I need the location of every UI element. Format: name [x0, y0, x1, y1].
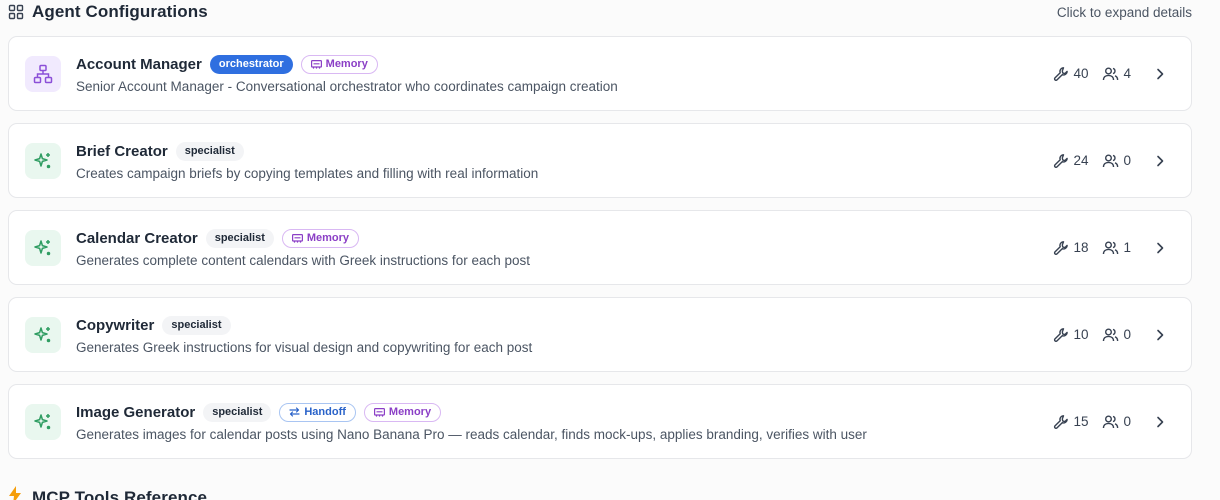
tools-count: 10: [1053, 327, 1088, 343]
header-left: Agent Configurations: [8, 2, 208, 22]
memory-tag: Memory: [281, 228, 360, 248]
arrows-swap-icon: [289, 407, 300, 417]
agent-name: Image Generator: [76, 403, 196, 421]
hierarchy-icon: [33, 64, 53, 84]
sparkles-icon: [33, 151, 53, 171]
users-count: 1: [1102, 240, 1131, 256]
users-icon: [1102, 66, 1119, 82]
users-count: 0: [1102, 414, 1131, 430]
chevron-right-icon[interactable]: [1153, 67, 1167, 81]
wrench-icon: [1053, 414, 1069, 430]
chevron-right-icon[interactable]: [1153, 415, 1167, 429]
role-badge: specialist: [162, 315, 231, 335]
role-badge: specialist: [203, 402, 272, 422]
mcp-tools-section-header: MCP Tools Reference: [8, 486, 207, 500]
agent-stats: 10 0: [1053, 327, 1131, 343]
agent-name: Brief Creator: [76, 142, 168, 160]
agent-name: Calendar Creator: [76, 229, 198, 247]
agent-avatar: [25, 229, 61, 266]
agent-stats: 24 0: [1053, 153, 1131, 169]
agent-description: Senior Account Manager - Conversational …: [76, 79, 618, 94]
wrench-icon: [1053, 153, 1069, 169]
users-icon: [1102, 240, 1119, 256]
handoff-tag: Handoff: [279, 402, 356, 422]
section-title: Agent Configurations: [32, 2, 208, 21]
memory-chip-icon: [291, 233, 303, 243]
agent-avatar: [25, 142, 61, 179]
agent-description: Creates campaign briefs by copying templ…: [76, 166, 539, 181]
agent-card-calendar-creator[interactable]: Calendar Creator specialist Memory Generate…: [8, 210, 1192, 285]
users-count: 0: [1102, 153, 1131, 169]
wrench-icon: [1053, 66, 1069, 82]
grid-icon: [8, 4, 24, 20]
chevron-right-icon[interactable]: [1153, 328, 1167, 342]
users-count: 4: [1102, 66, 1131, 82]
wrench-icon: [1053, 327, 1069, 343]
agent-name-row: Brief Creator specialist: [76, 140, 1053, 162]
role-badge: orchestrator: [209, 54, 293, 74]
agent-card-copywriter[interactable]: Copywriter specialist Generates Greek inst…: [8, 297, 1192, 372]
memory-chip-icon: [310, 59, 322, 69]
expand-hint: Click to expand details: [1056, 4, 1192, 20]
agent-stats: 40 4: [1053, 66, 1131, 82]
agent-stats: 15 0: [1053, 414, 1131, 430]
sparkles-icon: [33, 412, 53, 432]
agent-description: Generates images for calendar posts usin…: [76, 427, 867, 442]
agent-name: Copywriter: [76, 316, 155, 334]
sparkles-icon: [33, 325, 53, 345]
tools-count: 40: [1053, 66, 1088, 82]
memory-tag: Memory: [300, 54, 378, 74]
agent-configurations-page: Agent Configurations Click to expand det…: [0, 0, 1220, 500]
users-icon: [1102, 327, 1119, 343]
role-badge: specialist: [175, 141, 244, 161]
agent-card-brief-creator[interactable]: Brief Creator specialist Creates campaign …: [8, 123, 1192, 198]
agent-info: Calendar Creator specialist Memory Generate…: [76, 227, 1053, 268]
agent-name-row: Calendar Creator specialist Memory: [76, 227, 1053, 249]
users-count: 0: [1102, 327, 1131, 343]
users-icon: [1102, 153, 1119, 169]
agent-list: Account Manager orchestrator Memory Senior …: [8, 36, 1192, 471]
agent-info: Brief Creator specialist Creates campaign …: [76, 140, 1053, 181]
lightning-icon: [8, 486, 22, 500]
agent-card-image-generator[interactable]: Image Generator specialist Handoff Memory Ge…: [8, 384, 1192, 459]
agent-description: Generates Greek instructions for visual …: [76, 340, 533, 355]
agent-name-row: Account Manager orchestrator Memory: [76, 53, 1053, 75]
chevron-right-icon[interactable]: [1153, 154, 1167, 168]
users-icon: [1102, 414, 1119, 430]
sparkles-icon: [33, 238, 53, 258]
agent-info: Account Manager orchestrator Memory Senior …: [76, 53, 1053, 94]
agent-info: Image Generator specialist Handoff Memory Ge…: [76, 401, 1053, 442]
agent-card-account-manager[interactable]: Account Manager orchestrator Memory Senior …: [8, 36, 1192, 111]
role-badge: specialist: [205, 228, 274, 248]
agent-name-row: Copywriter specialist: [76, 314, 1053, 336]
agent-avatar: [25, 403, 61, 440]
memory-tag: Memory: [363, 402, 442, 422]
agent-info: Copywriter specialist Generates Greek inst…: [76, 314, 1053, 355]
agent-name-row: Image Generator specialist Handoff Memory: [76, 401, 1053, 423]
mcp-tools-title: MCP Tools Reference: [32, 487, 208, 500]
tools-count: 15: [1053, 414, 1088, 430]
agent-stats: 18 1: [1053, 240, 1131, 256]
chevron-right-icon[interactable]: [1153, 241, 1167, 255]
agent-avatar: [25, 316, 61, 353]
wrench-icon: [1053, 240, 1069, 256]
agent-description: Generates complete content calendars wit…: [76, 253, 530, 268]
tools-count: 18: [1053, 240, 1088, 256]
agent-avatar: [25, 55, 61, 92]
section-header: Agent Configurations Click to expand det…: [8, 0, 1192, 24]
tools-count: 24: [1053, 153, 1088, 169]
memory-chip-icon: [373, 407, 385, 417]
agent-name: Account Manager: [76, 55, 202, 73]
